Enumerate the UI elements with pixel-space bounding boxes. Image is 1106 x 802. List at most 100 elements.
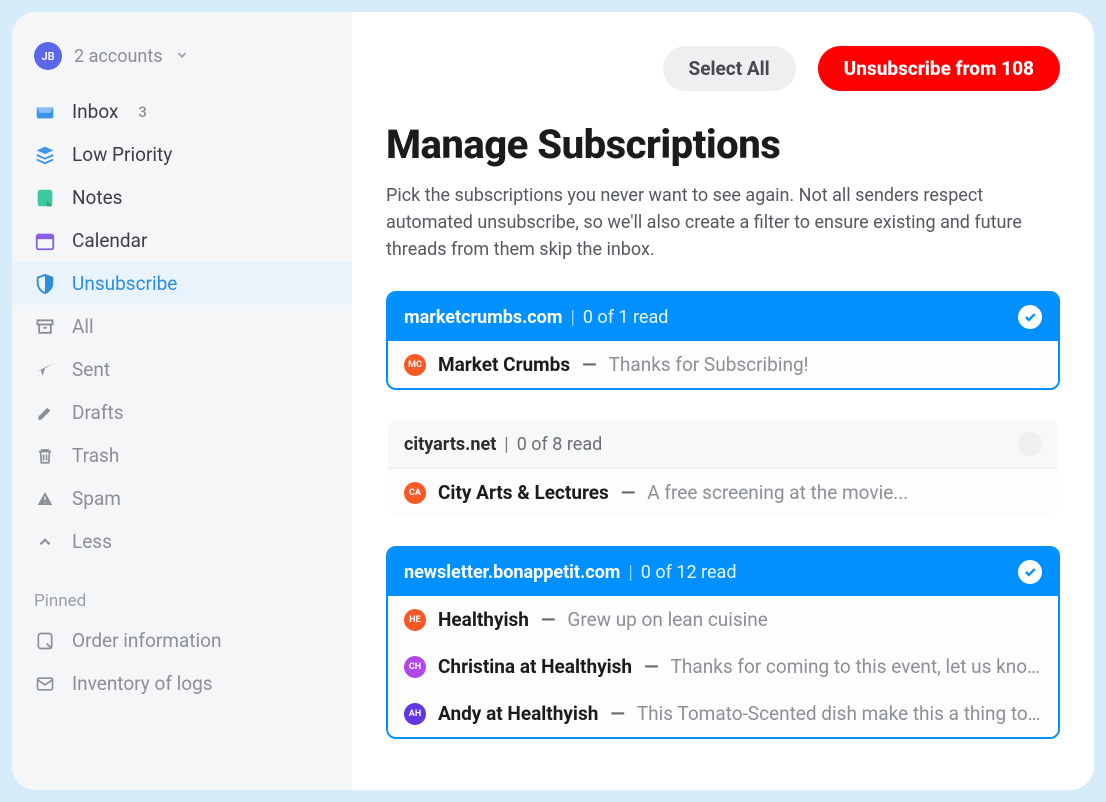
toolbar: Select All Unsubscribe from 108 <box>386 46 1060 91</box>
sender-name: Christina at Healthyish <box>438 655 632 678</box>
sender-name: Andy at Healthyish <box>438 702 598 725</box>
sender-avatar: AH <box>404 703 426 725</box>
dash: — <box>541 608 555 631</box>
check-circle-icon[interactable] <box>1018 305 1042 329</box>
trash-icon <box>34 445 56 467</box>
sender-avatar: MC <box>404 354 426 376</box>
divider: | <box>628 562 632 583</box>
dash: — <box>582 353 596 376</box>
sidebar-item-label: Trash <box>72 444 119 467</box>
sidebar-item-label: All <box>72 315 94 338</box>
sidebar-item-drafts[interactable]: Drafts <box>12 391 352 434</box>
email-subject: Thanks for coming to this event, let us … <box>671 655 1042 678</box>
main-content: Select All Unsubscribe from 108 Manage S… <box>352 12 1094 790</box>
sender-avatar: CH <box>404 656 426 678</box>
note-icon <box>34 630 56 652</box>
subscription-meta: 0 of 8 read <box>517 434 603 455</box>
subscription-row[interactable]: CH Christina at Healthyish — Thanks for com… <box>388 643 1058 690</box>
dash: — <box>644 655 658 678</box>
sidebar-item-sent[interactable]: Sent <box>12 348 352 391</box>
account-label: 2 accounts <box>74 46 163 67</box>
divider: | <box>504 434 508 455</box>
subscription-row[interactable]: AH Andy at Healthyish — This Tomato-Scented… <box>388 690 1058 737</box>
account-switcher[interactable]: JB 2 accounts <box>12 42 352 90</box>
sender-name: Market Crumbs <box>438 353 570 376</box>
subscription-list: marketcrumbs.com | 0 of 1 read MC Market Cru… <box>386 291 1060 767</box>
sender-avatar: CA <box>404 482 426 504</box>
sender-avatar: HE <box>404 609 426 631</box>
subscription-row[interactable]: MC Market Crumbs — Thanks for Subscribing! <box>388 341 1058 388</box>
subscription-domain: newsletter.bonappetit.com <box>404 562 620 583</box>
archive-icon <box>34 316 56 338</box>
sidebar-item-label: Notes <box>72 186 123 209</box>
select-all-button[interactable]: Select All <box>663 46 796 91</box>
check-circle-icon[interactable] <box>1018 560 1042 584</box>
sidebar-item-label: Sent <box>72 358 110 381</box>
subscription-domain: cityarts.net <box>404 434 496 455</box>
stack-icon <box>34 144 56 166</box>
email-subject: Grew up on lean cuisine <box>567 608 767 631</box>
sidebar-item-label: Unsubscribe <box>72 272 177 295</box>
subscription-group-body: MC Market Crumbs — Thanks for Subscribing! <box>388 341 1058 388</box>
sidebar-item-label: Drafts <box>72 401 124 424</box>
chevron-up-icon <box>34 531 56 553</box>
page-title: Manage Subscriptions <box>386 121 1060 168</box>
pencil-icon <box>34 402 56 424</box>
email-subject: This Tomato-Scented dish make this a thi… <box>637 702 1042 725</box>
sidebar-item-label: Calendar <box>72 229 147 252</box>
subscription-group-body: HE Healthyish — Grew up on lean cuisine CH Ch… <box>388 596 1058 737</box>
sender-name: Healthyish <box>438 608 529 631</box>
subscription-group[interactable]: newsletter.bonappetit.com | 0 of 12 read HE… <box>386 546 1060 739</box>
sidebar-item-notes[interactable]: Notes <box>12 176 352 219</box>
dash: — <box>621 481 635 504</box>
check-circle-icon[interactable] <box>1018 432 1042 456</box>
inbox-icon <box>34 101 56 123</box>
email-subject: A free screening at the movie... <box>647 481 908 504</box>
subscription-domain: marketcrumbs.com <box>404 307 562 328</box>
sidebar-item-badge: 3 <box>138 103 147 121</box>
notes-icon <box>34 187 56 209</box>
pinned-item-label: Order information <box>72 629 221 652</box>
subscription-group[interactable]: cityarts.net | 0 of 8 read CA City Arts & Le… <box>386 418 1060 518</box>
sidebar-item-label: Less <box>72 530 112 553</box>
email-subject: Thanks for Subscribing! <box>609 353 809 376</box>
pinned-item-order-information[interactable]: Order information <box>12 619 352 662</box>
sidebar-item-less[interactable]: Less <box>12 520 352 563</box>
subscription-meta: 0 of 12 read <box>641 562 737 583</box>
pinned-item-inventory-logs[interactable]: Inventory of logs <box>12 662 352 705</box>
sidebar: JB 2 accounts Inbox 3 Low Priority Notes <box>12 12 352 790</box>
subscription-group[interactable]: marketcrumbs.com | 0 of 1 read MC Market Cru… <box>386 291 1060 390</box>
subscription-group-header[interactable]: cityarts.net | 0 of 8 read <box>388 420 1058 468</box>
subscription-group-header[interactable]: marketcrumbs.com | 0 of 1 read <box>388 293 1058 341</box>
chevron-down-icon <box>175 47 189 66</box>
dash: — <box>610 702 624 725</box>
sidebar-item-unsubscribe[interactable]: Unsubscribe <box>12 262 352 305</box>
sidebar-item-inbox[interactable]: Inbox 3 <box>12 90 352 133</box>
sender-name: City Arts & Lectures <box>438 481 609 504</box>
avatar: JB <box>34 42 62 70</box>
sidebar-item-lowpriority[interactable]: Low Priority <box>12 133 352 176</box>
page-description: Pick the subscriptions you never want to… <box>386 182 1060 263</box>
sidebar-item-label: Spam <box>72 487 121 510</box>
spam-icon <box>34 488 56 510</box>
app-window: JB 2 accounts Inbox 3 Low Priority Notes <box>12 12 1094 790</box>
calendar-icon <box>34 230 56 252</box>
sidebar-item-calendar[interactable]: Calendar <box>12 219 352 262</box>
sidebar-item-spam[interactable]: Spam <box>12 477 352 520</box>
sidebar-item-trash[interactable]: Trash <box>12 434 352 477</box>
subscription-group-body: CA City Arts & Lectures — A free screening … <box>388 468 1058 516</box>
sidebar-item-all[interactable]: All <box>12 305 352 348</box>
shield-icon <box>34 273 56 295</box>
subscription-group-header[interactable]: newsletter.bonappetit.com | 0 of 12 read <box>388 548 1058 596</box>
unsubscribe-button[interactable]: Unsubscribe from 108 <box>818 46 1060 91</box>
sent-icon <box>34 359 56 381</box>
envelope-icon <box>34 673 56 695</box>
subscription-meta: 0 of 1 read <box>583 307 669 328</box>
subscription-row[interactable]: HE Healthyish — Grew up on lean cuisine <box>388 596 1058 643</box>
pinned-heading: Pinned <box>12 563 352 619</box>
subscription-row[interactable]: CA City Arts & Lectures — A free screening … <box>388 469 1058 516</box>
divider: | <box>570 307 574 328</box>
pinned-item-label: Inventory of logs <box>72 672 213 695</box>
sidebar-item-label: Inbox <box>72 100 118 123</box>
sidebar-item-label: Low Priority <box>72 143 172 166</box>
